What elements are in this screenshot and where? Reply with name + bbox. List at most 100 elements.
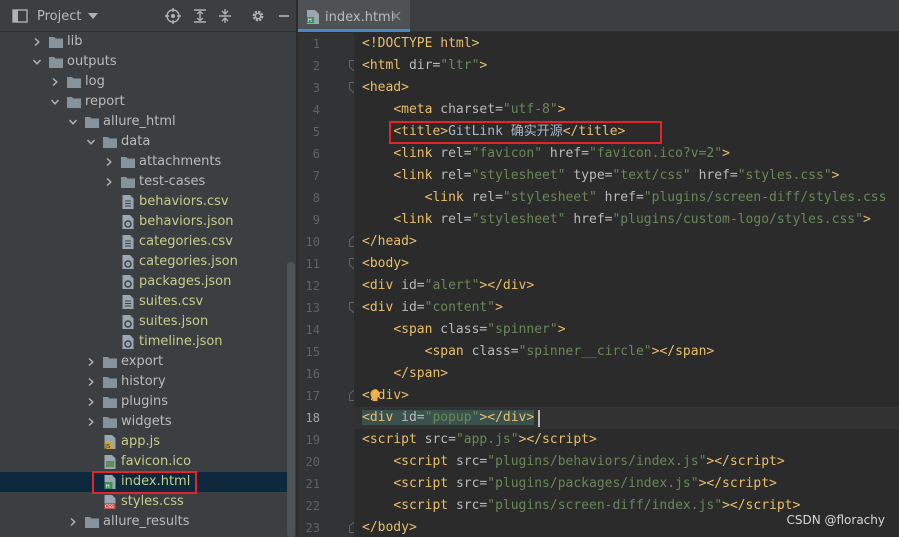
- tree-item-test-cases[interactable]: test-cases: [0, 172, 288, 192]
- code-line[interactable]: <span class="spinner__circle"></span>: [362, 341, 715, 363]
- line-number-gutter[interactable]: 1 2 3 4 5 6 7 8 9 10 11 12 13 14 15 16 17 18 19 20 21 22 23: [298, 33, 358, 537]
- code-line[interactable]: <html dir="ltr">: [362, 55, 487, 77]
- chevron-right-icon[interactable]: [68, 517, 78, 527]
- dropdown-icon[interactable]: [88, 12, 98, 20]
- chevron-right-icon[interactable]: [50, 77, 60, 87]
- tree-item-label: behaviors.json: [139, 214, 234, 229]
- code-line[interactable]: <link rel="stylesheet" href="plugins/scr…: [362, 187, 887, 209]
- json-file-icon: [122, 215, 134, 229]
- folder-icon: [103, 357, 117, 368]
- folder-icon: [121, 157, 135, 168]
- chevron-right-icon[interactable]: [86, 357, 96, 367]
- tree-item-label: log: [85, 74, 105, 89]
- code-line[interactable]: <div id="content">: [362, 297, 503, 319]
- tree-item-styles-css[interactable]: CSS styles.css: [0, 492, 288, 512]
- code-line[interactable]: <span class="spinner">: [362, 319, 565, 341]
- line-number: 14: [305, 323, 320, 337]
- chevron-down-icon[interactable]: [68, 117, 78, 127]
- chevron-down-icon[interactable]: [86, 137, 96, 147]
- tree-item-behaviors-json[interactable]: behaviors.json: [0, 212, 288, 232]
- code-line[interactable]: <script src="plugins/behaviors/index.js"…: [362, 451, 784, 473]
- chevron-right-icon[interactable]: [86, 417, 96, 427]
- tree-item-packages-json[interactable]: packages.json: [0, 272, 288, 292]
- target-icon[interactable]: [165, 8, 181, 24]
- code-line[interactable]: <script src="plugins/packages/index.js">…: [362, 473, 777, 495]
- tree-item-allure-html[interactable]: allure_html: [0, 112, 288, 132]
- tree-item-allure-results[interactable]: allure_results: [0, 512, 288, 532]
- tree-item-outputs[interactable]: outputs: [0, 52, 288, 72]
- tree-item-data[interactable]: data: [0, 132, 288, 152]
- tree-item-suites-json[interactable]: suites.json: [0, 312, 288, 332]
- tab-index-html[interactable]: H index.html: [298, 0, 410, 32]
- tree-item-label: attachments: [139, 154, 222, 169]
- code-line[interactable]: <body>: [362, 253, 409, 275]
- project-header: Project: [0, 0, 296, 32]
- code-line[interactable]: <div id="alert"></div>: [362, 275, 534, 297]
- tree-item-timeline-json[interactable]: timeline.json: [0, 332, 288, 352]
- chevron-right-icon[interactable]: [104, 177, 114, 187]
- tree-item-widgets[interactable]: widgets: [0, 412, 288, 432]
- code-line[interactable]: <script src="plugins/screen-diff/index.j…: [362, 495, 800, 517]
- chevron-down-icon[interactable]: [50, 97, 60, 107]
- tree-item-log[interactable]: log: [0, 72, 288, 92]
- tree-item-lib[interactable]: lib: [0, 32, 288, 52]
- tree-item-plugins[interactable]: plugins: [0, 392, 288, 412]
- tree-item-history[interactable]: history: [0, 372, 288, 392]
- tree-item-label: lib: [67, 34, 83, 49]
- code-line[interactable]: <div id="popup"></div>: [362, 407, 535, 429]
- folder-icon: [121, 177, 135, 188]
- code-editor[interactable]: <!DOCTYPE html> <html dir="ltr"> <head> <m…: [354, 33, 899, 537]
- expand-all-icon[interactable]: [192, 8, 208, 24]
- js-file-icon: JS: [104, 435, 116, 450]
- tree-item-behaviors-csv[interactable]: behaviors.csv: [0, 192, 288, 212]
- tree-item-label: allure_html: [103, 114, 176, 129]
- editor-tab-bar: H index.html: [298, 0, 899, 32]
- gear-icon[interactable]: [250, 8, 266, 24]
- tab-label: index.html: [325, 10, 395, 25]
- close-icon[interactable]: [390, 10, 402, 22]
- tree-scrollbar-thumb[interactable]: [287, 262, 295, 537]
- tree-item-label: test-cases: [139, 174, 206, 189]
- collapse-all-icon[interactable]: [217, 8, 233, 24]
- tree-item-app-js[interactable]: JS app.js: [0, 432, 288, 452]
- tree-item-export[interactable]: export: [0, 352, 288, 372]
- title-highlight-box: [389, 121, 662, 144]
- html-file-icon: H: [307, 10, 319, 24]
- code-line[interactable]: <head>: [362, 77, 409, 99]
- code-line[interactable]: <meta charset="utf-8">: [362, 99, 565, 121]
- project-view-title[interactable]: Project: [37, 9, 81, 24]
- tree-item-attachments[interactable]: attachments: [0, 152, 288, 172]
- tree-item-categories-csv[interactable]: categories.csv: [0, 232, 288, 252]
- project-tool-window: Project lib outputs log report allure_htmlda…: [0, 0, 297, 537]
- line-number: 8: [312, 191, 320, 205]
- tree-item-report[interactable]: report: [0, 92, 288, 112]
- tree-item-label: suites.csv: [139, 294, 204, 309]
- svg-text:H: H: [308, 18, 312, 24]
- tree-item-label: behaviors.csv: [139, 194, 229, 209]
- line-number: 6: [312, 147, 320, 161]
- tree-item-suites-csv[interactable]: suites.csv: [0, 292, 288, 312]
- code-line[interactable]: <link rel="stylesheet" href="plugins/cus…: [362, 209, 870, 231]
- line-number: 3: [312, 81, 320, 95]
- code-line[interactable]: </body>: [362, 517, 417, 537]
- tree-item-favicon-ico[interactable]: favicon.ico: [0, 452, 288, 472]
- chevron-right-icon[interactable]: [86, 397, 96, 407]
- code-line[interactable]: <!DOCTYPE html>: [362, 33, 479, 55]
- ico-file-icon: [104, 455, 116, 469]
- code-line[interactable]: <script src="app.js"></script>: [362, 429, 597, 451]
- code-line[interactable]: </head>: [362, 231, 417, 253]
- tree-item-label: widgets: [121, 414, 172, 429]
- code-line[interactable]: </div>: [362, 385, 409, 407]
- minimize-icon[interactable]: [276, 8, 292, 24]
- tree-item-label: categories.json: [139, 254, 238, 269]
- code-line[interactable]: <link rel="stylesheet" type="text/css" h…: [362, 165, 839, 187]
- chevron-right-icon[interactable]: [104, 157, 114, 167]
- code-line[interactable]: <link rel="favicon" href="favicon.ico?v=…: [362, 143, 730, 165]
- chevron-down-icon[interactable]: [32, 57, 42, 67]
- tree-item-categories-json[interactable]: categories.json: [0, 252, 288, 272]
- code-line[interactable]: </span>: [362, 363, 448, 385]
- chevron-right-icon[interactable]: [32, 37, 42, 47]
- line-number: 2: [312, 59, 320, 73]
- scrollbar-track: [287, 34, 295, 262]
- chevron-right-icon[interactable]: [86, 377, 96, 387]
